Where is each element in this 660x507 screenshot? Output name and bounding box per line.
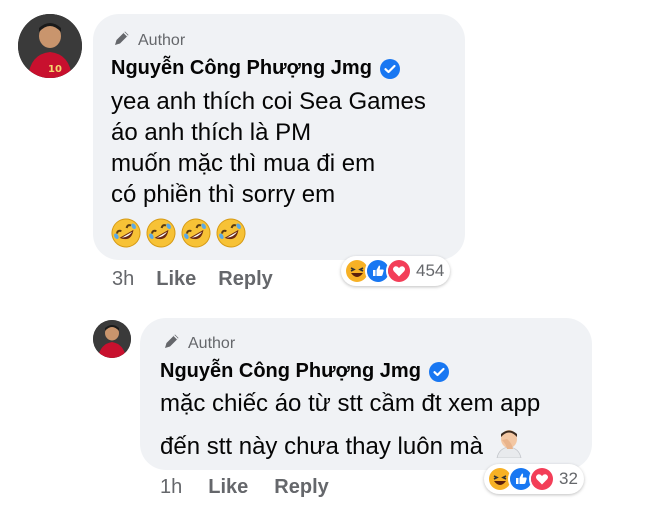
verified-badge-icon [379, 58, 400, 79]
comment-text-line: mặc chiếc áo từ stt cầm đt xem app [160, 390, 541, 417]
rofl-emoji-icon [180, 217, 212, 254]
comment-text-line-with-emoji: đến stt này chưa thay luôn mà [160, 428, 525, 465]
comment-text-line: muốn mặc thì mua đi em [111, 150, 376, 177]
comment-timestamp[interactable]: 1h [160, 476, 182, 499]
comment-actions: 1h Like Reply [160, 476, 329, 499]
author-tag-label: Author [138, 31, 186, 49]
comment-text-line: yea anh thích coi Sea Games [111, 88, 426, 115]
author-tag-label: Author [188, 334, 236, 352]
pen-icon [112, 28, 132, 53]
emoji-row [110, 217, 247, 254]
comment-timestamp[interactable]: 3h [112, 268, 134, 291]
comment-text-line: áo anh thích là PM [111, 119, 312, 146]
svg-text:10: 10 [48, 64, 62, 75]
commenter-avatar[interactable]: 10 [18, 14, 82, 78]
author-tag: Author [112, 28, 185, 53]
comment-text-line: đến stt này chưa thay luôn mà [160, 432, 483, 460]
pen-icon [162, 331, 182, 356]
commenter-avatar[interactable] [93, 320, 131, 358]
comment-actions: 3h Like Reply [112, 268, 273, 291]
rofl-emoji-icon [145, 217, 177, 254]
facepalm-emoji-icon [493, 428, 525, 465]
reply-button[interactable]: Reply [274, 476, 328, 499]
rofl-emoji-icon [110, 217, 142, 254]
reaction-count: 32 [559, 469, 578, 488]
like-button[interactable]: Like [208, 476, 248, 499]
reply-button[interactable]: Reply [218, 268, 272, 291]
commenter-name[interactable]: Nguyễn Công Phượng Jmg [111, 57, 372, 80]
commenter-name-row: Nguyễn Công Phượng Jmg [160, 360, 449, 383]
commenter-name-row: Nguyễn Công Phượng Jmg [111, 57, 400, 80]
author-tag: Author [162, 331, 235, 356]
comment-text-line: có phiền thì sorry em [111, 181, 336, 208]
reaction-summary[interactable]: 32 [484, 464, 584, 494]
verified-badge-icon [428, 361, 449, 382]
like-button[interactable]: Like [156, 268, 196, 291]
love-reaction-icon [386, 258, 412, 284]
love-reaction-icon [529, 466, 555, 492]
reaction-count: 454 [416, 261, 445, 280]
reaction-summary[interactable]: 454 [341, 256, 451, 286]
commenter-name[interactable]: Nguyễn Công Phượng Jmg [160, 360, 421, 383]
rofl-emoji-icon [215, 217, 247, 254]
